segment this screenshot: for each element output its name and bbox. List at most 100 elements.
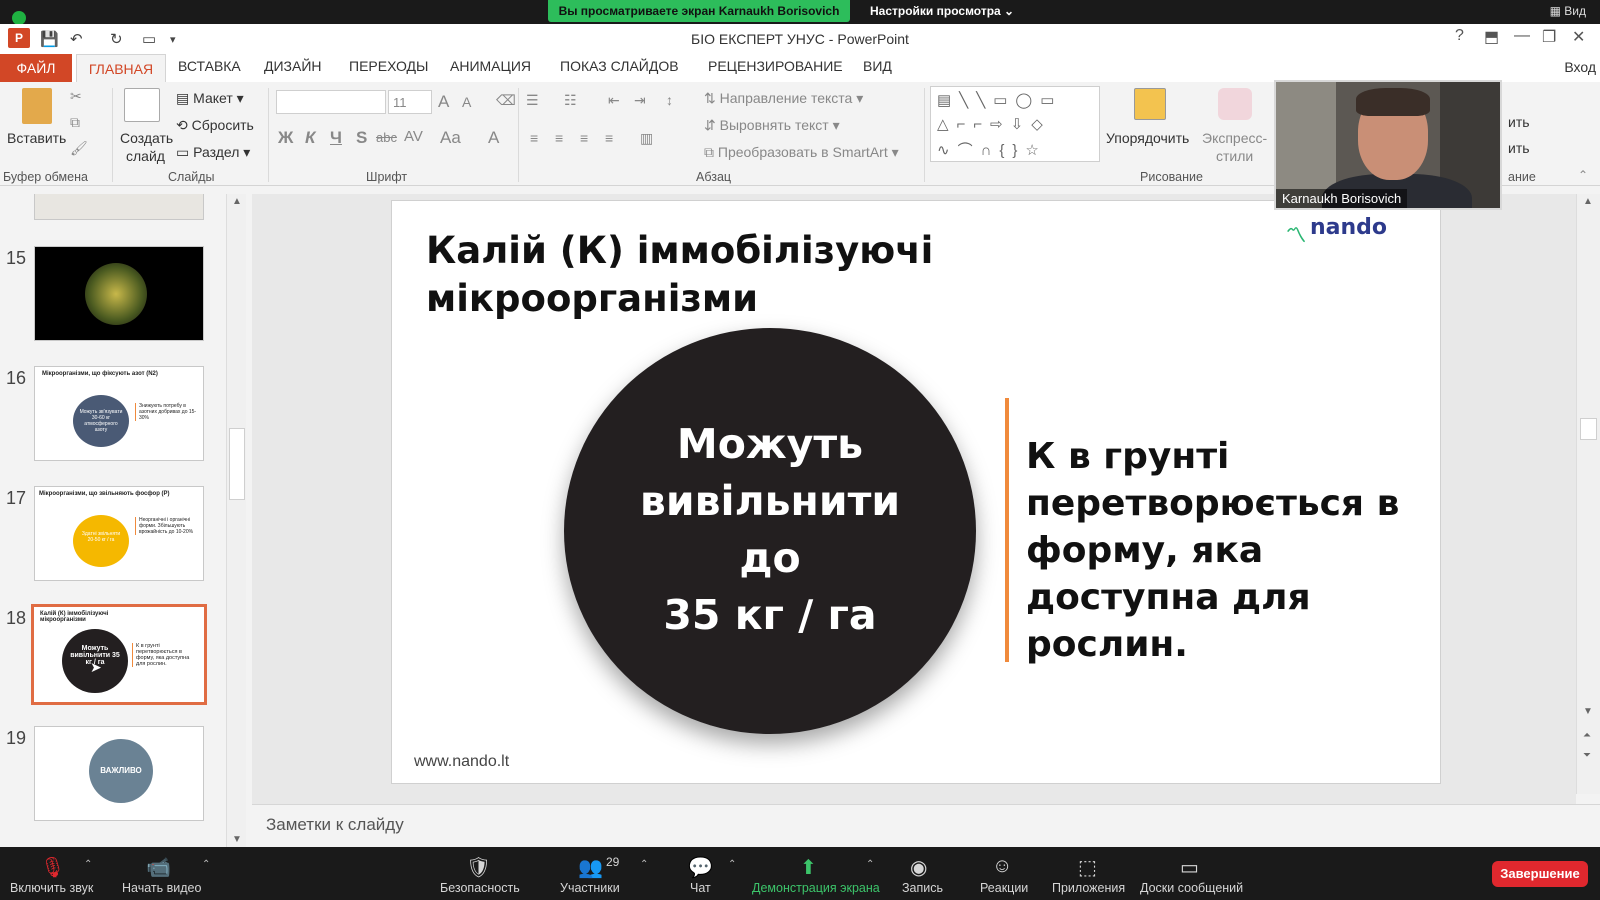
clear-formatting-icon[interactable]: ⌫ [496,92,516,109]
slide-thumbnail-14[interactable] [34,194,204,220]
arrange-icon[interactable] [1134,88,1166,120]
font-color-button[interactable]: A [488,128,499,148]
italic-button[interactable]: К [305,128,315,148]
slide-footer-url[interactable]: www.nando.lt [414,753,509,771]
current-slide[interactable]: Калій (К) іммобілізуючі мікроорганізми 〽… [391,200,1441,784]
copy-icon[interactable]: ⧉ [70,114,80,131]
end-meeting-button[interactable]: Завершение [1492,861,1588,887]
strikethrough-button[interactable]: abc [376,130,397,145]
bold-button[interactable]: Ж [278,128,293,148]
chat-button[interactable]: Чат [690,881,711,895]
slide-thumbnail-17[interactable]: Мікроорганізми, що звільняють фосфор (P)… [34,486,204,581]
next-slide-icon[interactable]: ⏷ [1583,750,1591,761]
tab-view[interactable]: ВИД [863,58,892,74]
new-slide-label-2[interactable]: слайд [126,148,165,164]
edit-partial-2[interactable]: ить [1508,140,1530,156]
increase-indent-icon[interactable]: ⇥ [634,92,646,109]
restore-icon[interactable]: ❐ [1542,27,1556,47]
arrange-button[interactable]: Упорядочить [1106,130,1189,146]
paste-icon[interactable] [22,88,52,124]
tab-insert[interactable]: ВСТАВКА [178,58,241,74]
tab-transitions[interactable]: ПЕРЕХОДЫ [349,58,428,74]
slide-scrollbar[interactable]: ▲ ▼ ⏶ ⏷ [1576,194,1600,794]
bullets-icon[interactable]: ☰ [526,92,539,109]
tab-home[interactable]: ГЛАВНАЯ [76,54,166,83]
slide-title[interactable]: Калій (К) іммобілізуючі мікроорганізми [426,227,986,323]
sign-in-link[interactable]: Вход [1564,59,1596,75]
video-off-icon[interactable]: 📹 [146,855,171,880]
align-center-icon[interactable]: ≡ [555,130,563,146]
new-slide-icon[interactable] [124,88,160,122]
shrink-font-icon[interactable]: A [462,94,471,110]
shadow-button[interactable]: S [356,128,367,148]
layout-button[interactable]: ▤ Макет ▾ [176,90,244,107]
close-icon[interactable]: ✕ [1572,27,1585,47]
reactions-button[interactable]: Реакции [980,881,1028,895]
whiteboard-icon[interactable]: ▭ [1180,855,1199,880]
columns-icon[interactable]: ▥ [640,130,653,147]
smartart-button[interactable]: ⧉ Преобразовать в SmartArt ▾ [704,144,899,161]
align-right-icon[interactable]: ≡ [580,130,588,146]
view-options-menu[interactable]: Настройки просмотра ⌄ [870,0,1014,22]
shapes-gallery[interactable]: ▤╲╲▭◯▭ △⌐⌐⇨⇩◇ ∿⌒∩{}☆ [930,86,1100,162]
slide-body-text[interactable]: К в грунті перетворюється в форму, яка д… [1026,433,1416,668]
tab-design[interactable]: ДИЗАЙН [264,58,322,74]
scroll-down-icon[interactable]: ▼ [1583,706,1593,717]
scroll-down-icon[interactable]: ▼ [232,834,242,845]
underline-button[interactable]: Ч [330,128,342,148]
align-text-button[interactable]: ⇵ Выровнять текст ▾ [704,117,840,134]
chevron-up-icon[interactable]: ⌃ [202,859,210,870]
slide-thumbnail-18-selected[interactable]: Калій (К) іммобілізуючі мікроорганізми М… [31,604,207,705]
char-spacing-button[interactable]: AV [404,128,423,145]
minimize-icon[interactable]: — [1514,27,1530,45]
paste-button[interactable]: Вставить [7,130,66,146]
reactions-emoji-icon[interactable]: ☺ [992,855,1012,878]
chevron-up-icon[interactable]: ⌃ [84,859,92,870]
participants-button[interactable]: Участники [560,881,620,895]
format-painter-icon[interactable]: 🖌 [70,140,88,157]
section-button[interactable]: ▭ Раздел ▾ [176,144,250,161]
highlight-circle[interactable]: Можуть вивільнити до 35 кг / га [564,328,976,734]
presenter-video[interactable]: Karnaukh Borisovich [1274,80,1502,210]
thumbnail-scroll-thumb[interactable] [229,428,245,500]
slide-notes-field[interactable]: Заметки к слайду [252,804,1600,847]
collapse-ribbon-icon[interactable]: ⌃ [1578,168,1588,182]
font-size-select[interactable]: 11 [388,90,432,114]
previous-slide-icon[interactable]: ⏶ [1583,730,1591,741]
tab-file[interactable]: ФАЙЛ [0,54,72,82]
scroll-up-icon[interactable]: ▲ [232,196,242,207]
security-shield-icon[interactable]: 🛡 [466,855,491,880]
new-slide-label-1[interactable]: Создать [120,130,173,146]
encryption-shield-icon[interactable] [12,11,26,25]
cut-icon[interactable]: ✂ [70,88,82,105]
security-button[interactable]: Безопасность [440,881,520,895]
numbering-icon[interactable]: ☷ [564,92,577,109]
record-icon[interactable]: ◉ [910,855,927,880]
scroll-up-icon[interactable]: ▲ [1583,196,1593,207]
line-spacing-icon[interactable]: ↕ [666,92,673,108]
tab-slideshow[interactable]: ПОКАЗ СЛАЙДОВ [560,58,679,74]
reset-button[interactable]: ⟲ Сбросить [176,117,254,134]
record-button[interactable]: Запись [902,881,943,895]
slide-thumbnail-16[interactable]: Мікроорганізми, що фіксують азот (N2) Мо… [34,366,204,461]
font-family-select[interactable] [276,90,386,114]
tab-animation[interactable]: АНИМАЦИЯ [450,58,531,74]
thumbnail-scrollbar[interactable]: ▲ ▼ [226,194,246,847]
share-screen-icon[interactable]: ⬆ [800,855,817,880]
align-left-icon[interactable]: ≡ [530,130,538,146]
chat-bubble-icon[interactable]: 💬 [688,855,713,880]
quick-styles-label-2[interactable]: стили [1216,148,1253,164]
share-screen-button[interactable]: Демонстрация экрана [752,881,880,895]
slide-thumbnail-19[interactable]: ВАЖЛИВО [34,726,204,821]
participants-icon[interactable]: 👥 [578,855,603,880]
chevron-up-icon[interactable]: ⌃ [728,859,736,870]
start-video-button[interactable]: Начать видео [122,881,201,895]
help-icon[interactable]: ? [1455,27,1464,45]
quick-styles-icon[interactable] [1218,88,1252,120]
slide-scroll-thumb[interactable] [1580,418,1597,440]
whiteboards-button[interactable]: Доски сообщений [1140,881,1243,895]
text-direction-button[interactable]: ⇅ Направление текста ▾ [704,90,863,107]
tab-review[interactable]: РЕЦЕНЗИРОВАНИЕ [708,58,843,74]
ribbon-display-icon[interactable]: ⬒ [1484,27,1499,47]
slide-thumbnail-15[interactable] [34,246,204,341]
